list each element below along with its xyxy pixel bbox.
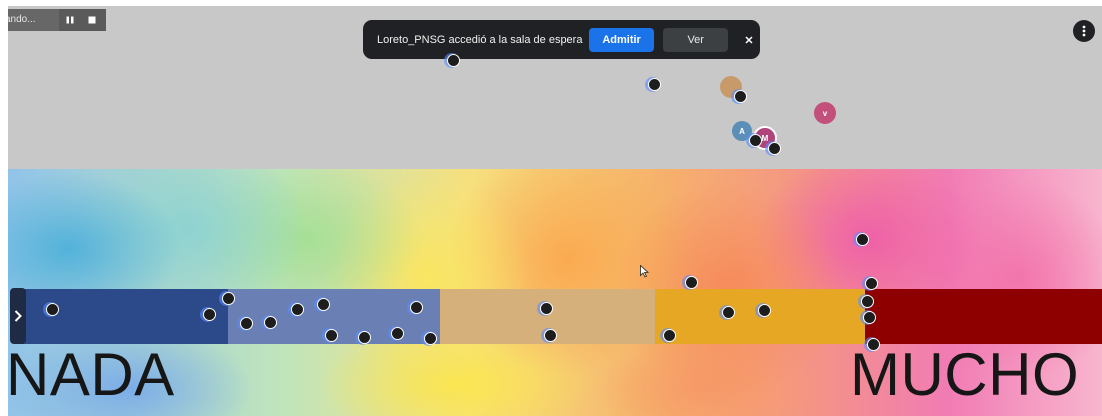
avatar-initial: v — [822, 108, 828, 118]
recording-controls: ando... — [8, 9, 106, 31]
pause-recording-button[interactable] — [59, 9, 81, 31]
mic-off-icon[interactable] — [391, 327, 404, 340]
mic-off-icon[interactable] — [544, 329, 557, 342]
mic-off-icon[interactable] — [46, 303, 59, 316]
scale-band-5 — [865, 289, 1102, 344]
mic-off-icon[interactable] — [758, 304, 771, 317]
view-button[interactable]: Ver — [663, 27, 729, 52]
mic-off-icon[interactable] — [734, 90, 747, 103]
mic-off-icon[interactable] — [648, 78, 661, 91]
pause-icon — [66, 16, 74, 24]
admit-button[interactable]: Admitir — [589, 27, 655, 52]
mic-off-icon[interactable] — [203, 308, 216, 321]
mic-off-icon[interactable] — [424, 332, 437, 345]
close-notification-button[interactable] — [738, 29, 760, 51]
mic-off-icon[interactable] — [240, 317, 253, 330]
mic-off-icon[interactable] — [867, 338, 880, 351]
scale-left-label: NADA — [8, 341, 175, 408]
mic-off-icon[interactable] — [410, 301, 423, 314]
mic-off-icon[interactable] — [325, 329, 338, 342]
mic-off-icon[interactable] — [447, 54, 460, 67]
waiting-room-notification: Loreto_PNSG accedió a la sala de espera … — [363, 20, 760, 59]
mic-off-icon[interactable] — [663, 329, 676, 342]
scale-band-1 — [18, 289, 228, 344]
scale-right-label: MUCHO — [850, 341, 1080, 408]
close-icon — [745, 35, 753, 44]
mic-off-icon[interactable] — [540, 302, 553, 315]
stop-icon — [88, 16, 96, 24]
mic-off-icon[interactable] — [264, 316, 277, 329]
mouse-cursor-icon — [640, 265, 649, 278]
participant-avatar[interactable]: v — [814, 102, 836, 124]
more-options-button[interactable] — [1073, 20, 1095, 42]
scale-band-4 — [655, 289, 865, 344]
expand-panel-button[interactable] — [10, 288, 26, 344]
mic-off-icon[interactable] — [222, 292, 235, 305]
mic-off-icon[interactable] — [722, 306, 735, 319]
stop-recording-button[interactable] — [81, 9, 103, 31]
more-vert-icon — [1082, 25, 1086, 37]
mic-off-icon[interactable] — [768, 142, 781, 155]
recording-status: ando... — [8, 9, 59, 31]
mic-off-icon[interactable] — [865, 277, 878, 290]
whiteboard-canvas[interactable]: NADA MUCHO ando... Loreto_PNSG accedió a… — [8, 6, 1102, 416]
avatar-initial: A — [739, 126, 745, 136]
mic-off-icon[interactable] — [861, 295, 874, 308]
mic-off-icon[interactable] — [863, 311, 876, 324]
avatar-initial: M — [761, 133, 769, 143]
mic-off-icon[interactable] — [358, 331, 371, 344]
notification-message: Loreto_PNSG accedió a la sala de espera — [377, 33, 583, 46]
mic-off-icon[interactable] — [685, 276, 698, 289]
mic-off-icon[interactable] — [749, 134, 762, 147]
mic-off-icon[interactable] — [291, 303, 304, 316]
chevron-right-icon — [14, 310, 22, 322]
mic-off-icon[interactable] — [856, 233, 869, 246]
mic-off-icon[interactable] — [317, 298, 330, 311]
